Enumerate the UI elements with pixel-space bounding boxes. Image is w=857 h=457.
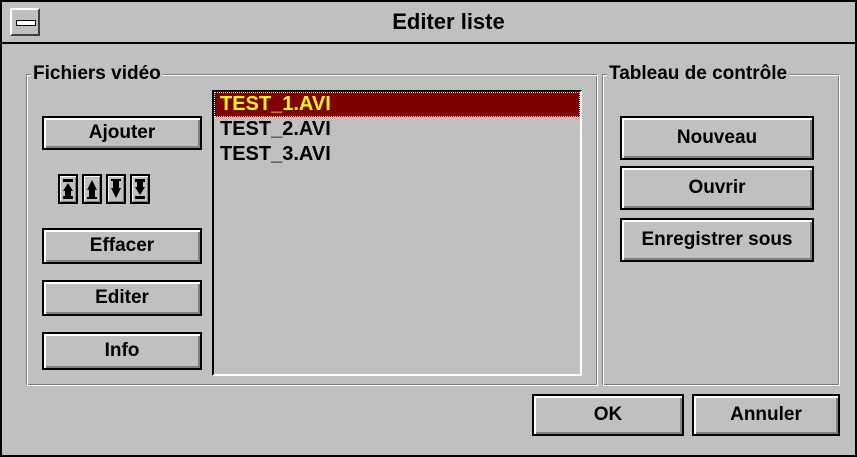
move-up-icon[interactable]	[82, 174, 102, 204]
add-button[interactable]: Ajouter	[42, 116, 202, 150]
control-panel-legend: Tableau de contrôle	[607, 63, 790, 85]
info-button[interactable]: Info	[42, 332, 202, 370]
dialog-window: Editer liste Fichiers vidéo Ajouter Effa…	[0, 0, 857, 457]
move-top-icon[interactable]	[58, 174, 78, 204]
list-item[interactable]: TEST_3.AVI	[214, 142, 580, 167]
save-as-button[interactable]: Enregistrer sous	[620, 218, 814, 262]
list-item[interactable]: TEST_1.AVI	[214, 92, 580, 117]
delete-button[interactable]: Effacer	[42, 228, 202, 264]
edit-button[interactable]: Editer	[42, 280, 202, 316]
move-down-icon[interactable]	[106, 174, 126, 204]
move-bottom-icon[interactable]	[130, 174, 150, 204]
ok-button[interactable]: OK	[532, 394, 684, 436]
window-title: Editer liste	[392, 9, 505, 34]
list-item[interactable]: TEST_2.AVI	[214, 117, 580, 142]
video-file-list[interactable]: TEST_1.AVI TEST_2.AVI TEST_3.AVI	[212, 90, 582, 376]
new-button[interactable]: Nouveau	[620, 116, 814, 160]
open-button[interactable]: Ouvrir	[620, 166, 814, 210]
cancel-button[interactable]: Annuler	[692, 394, 840, 436]
video-files-legend: Fichiers vidéo	[31, 63, 163, 85]
system-menu-icon[interactable]	[10, 8, 40, 36]
title-bar[interactable]: Editer liste	[2, 2, 855, 44]
